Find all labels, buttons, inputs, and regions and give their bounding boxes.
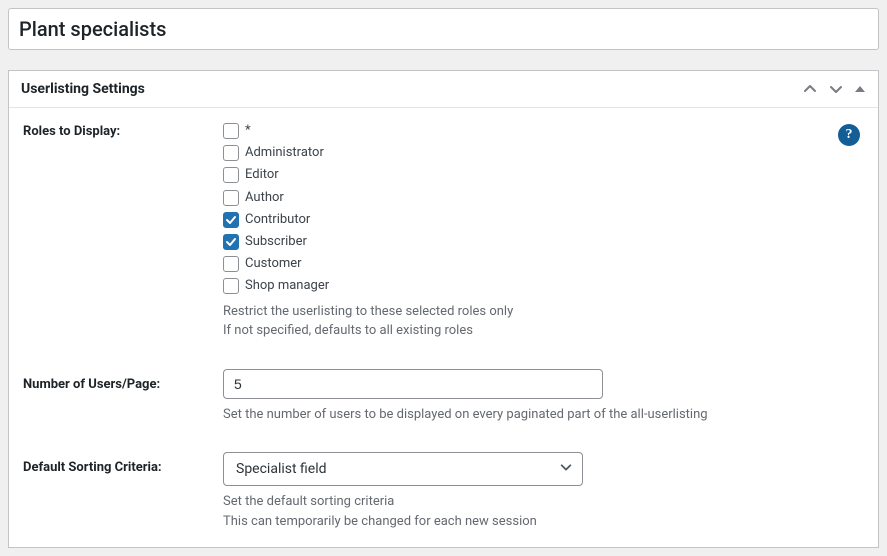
sorting-value: Specialist field [223,452,583,486]
panel-heading: Userlisting Settings [21,81,145,97]
page-title: Plant specialists [19,17,868,41]
field-per-page: Number of Users/Page: Set the number of … [23,369,864,425]
role-option: Contributor [223,211,864,229]
roles-help-1: Restrict the userlisting to these select… [223,302,864,322]
field-sorting: Default Sorting Criteria: Specialist fie… [23,452,864,531]
field-roles: Roles to Display: * Administrator Editor Au… [23,122,864,341]
role-checkbox[interactable] [223,256,239,272]
role-option: * [223,122,864,140]
role-label: Administrator [245,144,324,162]
sorting-control: Specialist field Set the default sorting… [223,452,864,531]
panel-body: ? Roles to Display: * Administrator Editor… [9,108,878,547]
roles-help-2: If not specified, defaults to all existi… [223,321,864,341]
role-label: Editor [245,166,279,184]
sorting-help-1: Set the default sorting criteria [223,492,864,512]
chevron-up-icon[interactable] [802,81,818,97]
help-icon[interactable]: ? [838,124,860,146]
sorting-label: Default Sorting Criteria: [23,452,223,475]
roles-list: * Administrator Editor Author Contributor Sub… [223,122,864,296]
sorting-select[interactable]: Specialist field [223,452,583,486]
collapse-triangle-icon[interactable] [854,83,866,95]
help-glyph: ? [846,127,853,143]
panel-header: Userlisting Settings [9,71,878,108]
per-page-input[interactable] [223,369,603,399]
role-checkbox[interactable] [223,190,239,206]
role-label: Contributor [245,211,310,229]
role-checkbox[interactable] [223,278,239,294]
role-label: Customer [245,255,302,273]
role-option: Editor [223,166,864,184]
role-checkbox[interactable] [223,212,239,228]
per-page-help: Set the number of users to be displayed … [223,405,864,425]
role-checkbox[interactable] [223,123,239,139]
role-label: Shop manager [245,277,329,295]
role-option: Subscriber [223,233,864,251]
sorting-help-2: This can temporarily be changed for each… [223,512,864,532]
role-checkbox[interactable] [223,234,239,250]
per-page-control: Set the number of users to be displayed … [223,369,864,425]
role-option: Author [223,189,864,207]
role-label: Author [245,189,284,207]
settings-panel: Userlisting Settings ? Roles to Display:… [8,70,879,548]
title-box: Plant specialists [8,8,879,50]
roles-control: * Administrator Editor Author Contributor Sub… [223,122,864,341]
panel-header-icons [802,81,866,97]
roles-label: Roles to Display: [23,122,223,139]
role-option: Shop manager [223,277,864,295]
chevron-down-icon[interactable] [828,81,844,97]
role-option: Administrator [223,144,864,162]
per-page-label: Number of Users/Page: [23,369,223,392]
role-checkbox[interactable] [223,145,239,161]
role-label: * [245,122,251,140]
role-label: Subscriber [245,233,307,251]
role-option: Customer [223,255,864,273]
role-checkbox[interactable] [223,167,239,183]
